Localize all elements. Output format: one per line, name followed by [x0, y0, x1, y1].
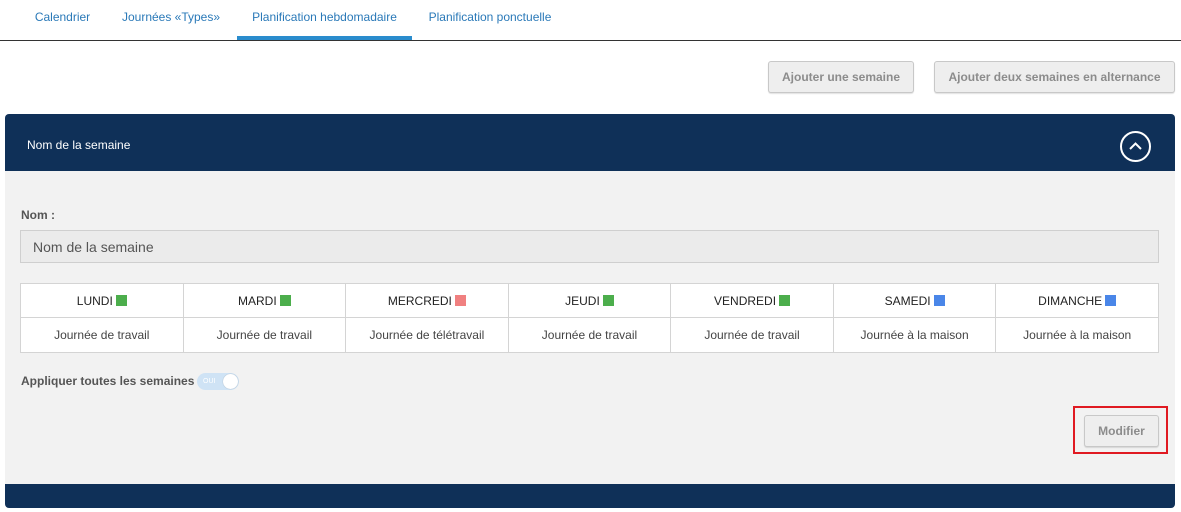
day-label: JEUDI [565, 293, 600, 308]
day-type-cell[interactable]: Journée à la maison [832, 317, 997, 353]
week-name-input[interactable] [20, 230, 1159, 263]
day-color-swatch [602, 294, 614, 306]
day-label: VENDREDI [714, 293, 777, 308]
add-two-weeks-button[interactable]: Ajouter deux semaines en alternance [934, 61, 1175, 93]
day-label: MARDI [238, 293, 277, 308]
tab-bar: Calendrier Journées «Types» Planificatio… [0, 0, 1181, 41]
days-header-row: LUNDI MARDI MERCREDI JEUDI VENDREDI SAME… [20, 283, 1159, 318]
day-label: LUNDI [76, 293, 113, 308]
tab-journees-types[interactable]: Journées «Types» [107, 0, 235, 40]
day-label: MERCREDI [387, 293, 452, 308]
tab-calendrier[interactable]: Calendrier [20, 0, 105, 40]
panel-footer [5, 484, 1175, 508]
name-label: Nom : [21, 208, 55, 222]
day-type-cell[interactable]: Journée de télétravail [345, 317, 509, 353]
day-header-dimanche: DIMANCHE [995, 283, 1159, 318]
week-panel: Nom de la semaine Nom : LUNDI MARDI MERC… [5, 114, 1175, 508]
day-types-row: Journée de travail Journée de travail Jo… [20, 317, 1159, 353]
day-header-samedi: SAMEDI [832, 283, 997, 318]
day-type-cell[interactable]: Journée de travail [670, 317, 834, 353]
day-label: SAMEDI [884, 293, 931, 308]
apply-all-weeks-toggle[interactable]: OUI [197, 373, 239, 390]
day-label: DIMANCHE [1038, 293, 1103, 308]
panel-title: Nom de la semaine [27, 138, 131, 152]
tab-planification-ponctuelle[interactable]: Planification ponctuelle [414, 0, 566, 40]
chevron-up-circle-icon[interactable] [1120, 131, 1151, 162]
panel-header: Nom de la semaine [5, 114, 1175, 171]
add-week-button[interactable]: Ajouter une semaine [768, 61, 914, 93]
day-type-cell[interactable]: Journée de travail [182, 317, 347, 353]
toggle-knob [223, 374, 238, 389]
day-color-swatch [454, 294, 466, 306]
apply-all-weeks-label: Appliquer toutes les semaines [21, 374, 195, 388]
day-type-cell[interactable]: Journée de travail [20, 317, 184, 353]
day-color-swatch [1105, 294, 1117, 306]
day-type-cell[interactable]: Journée de travail [507, 317, 672, 353]
day-color-swatch [779, 294, 791, 306]
tab-planification-hebdomadaire[interactable]: Planification hebdomadaire [237, 0, 412, 40]
day-color-swatch [933, 294, 945, 306]
day-type-cell[interactable]: Journée à la maison [995, 317, 1159, 353]
day-header-lundi: LUNDI [20, 283, 184, 318]
toggle-text: OUI [203, 378, 216, 385]
day-color-swatch [279, 294, 291, 306]
week-days-table: LUNDI MARDI MERCREDI JEUDI VENDREDI SAME… [20, 283, 1159, 353]
day-color-swatch [115, 294, 127, 306]
day-header-mardi: MARDI [182, 283, 347, 318]
day-header-mercredi: MERCREDI [345, 283, 509, 318]
modify-button[interactable]: Modifier [1084, 415, 1159, 447]
day-header-jeudi: JEUDI [507, 283, 672, 318]
day-header-vendredi: VENDREDI [670, 283, 834, 318]
